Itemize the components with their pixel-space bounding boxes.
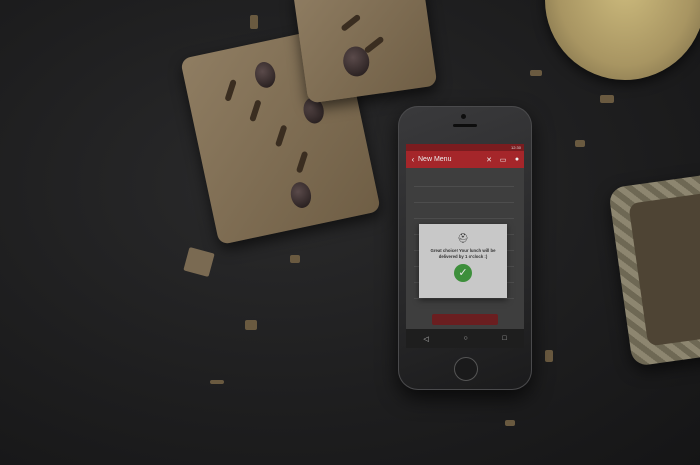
dark-overlay xyxy=(0,0,700,465)
background-scene: 12:30 ‹ New Menu ✕ ▭ ● ⛑ Great choice! Y… xyxy=(0,0,700,465)
